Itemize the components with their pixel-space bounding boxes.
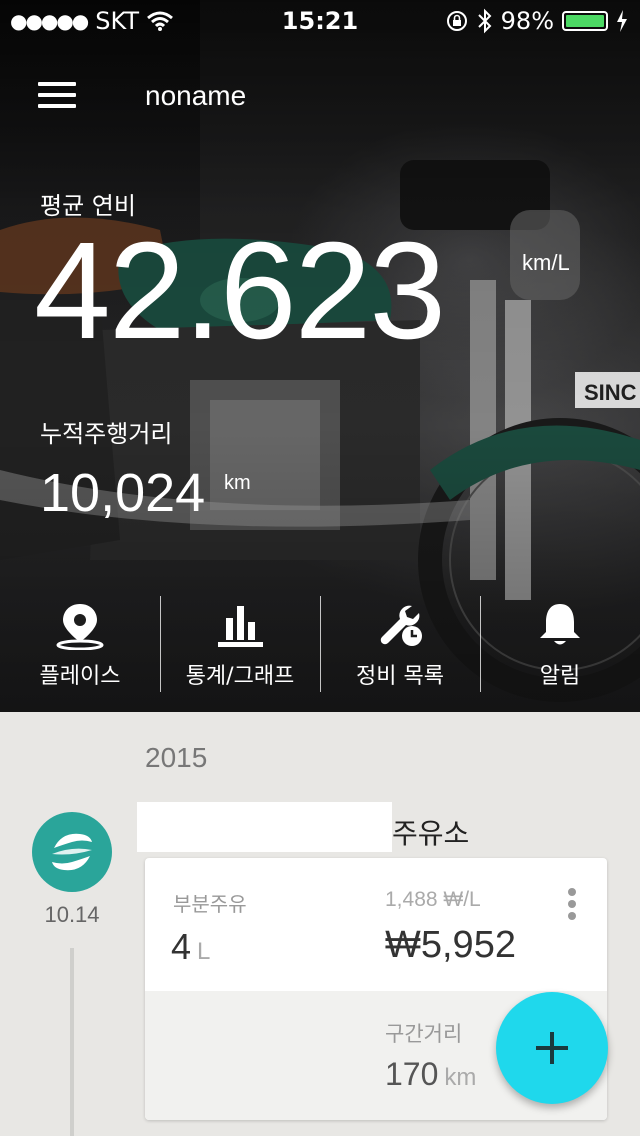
nav-alerts-label: 알림 — [539, 664, 581, 689]
bell-icon — [540, 604, 580, 645]
gas-station-logo — [32, 812, 112, 892]
hamburger-icon[interactable] — [38, 82, 76, 110]
timeline-line — [70, 948, 74, 1136]
fill-type-label: 부분주유 — [173, 892, 247, 916]
total-distance-value: 10,024 — [40, 463, 206, 523]
segment-distance-label: 구간거리 — [385, 1022, 463, 1046]
bluetooth-icon — [477, 8, 492, 34]
bar-chart-icon — [218, 606, 263, 647]
year-header: 2015 — [145, 742, 208, 773]
nav-maintenance-label: 정비 목록 — [356, 664, 444, 689]
battery-percent: 98% — [500, 7, 554, 35]
hero-section: SINC ●●●●● SKT 15:21 98% — [0, 0, 640, 712]
station-brand-icon — [52, 833, 92, 871]
total-distance-label: 누적주행거리 — [40, 420, 173, 448]
avg-efficiency-unit: km/L — [522, 250, 570, 275]
nav-places[interactable]: 플레이스 — [0, 594, 160, 694]
nav-statistics-label: 통계/그래프 — [185, 664, 295, 689]
nav-maintenance[interactable]: 정비 목록 — [320, 594, 480, 694]
unit-price: 1,488 ₩/L — [385, 888, 481, 911]
status-bar: ●●●●● SKT 15:21 98% — [0, 0, 640, 40]
avg-efficiency-value: 42.623 — [34, 214, 446, 368]
nav-alerts[interactable]: 알림 — [480, 594, 640, 694]
nav-statistics[interactable]: 통계/그래프 — [160, 594, 320, 694]
station-name-redacted — [137, 802, 392, 852]
status-right: 98% — [445, 7, 628, 35]
quick-nav: 플레이스 통계/그래프 정비 목록 알림 — [0, 594, 640, 694]
wrench-icon — [380, 605, 422, 646]
plus-icon — [536, 1032, 568, 1064]
battery-icon — [562, 11, 608, 31]
entry-date: 10.14 — [44, 902, 100, 927]
add-record-button[interactable] — [496, 992, 608, 1104]
total-distance-unit: km — [224, 472, 251, 494]
total-price: ₩5,952 — [385, 924, 516, 966]
charging-icon — [617, 10, 627, 32]
segment-distance-unit: km — [444, 1064, 477, 1091]
orientation-lock-icon — [446, 11, 467, 31]
segment-distance: 170 km — [385, 1056, 476, 1093]
nav-places-label: 플레이스 — [39, 664, 121, 689]
station-name: 주유소 — [392, 817, 470, 850]
fill-amount: 4L — [171, 926, 210, 968]
segment-distance-value: 170 — [385, 1056, 439, 1092]
fill-amount-unit: L — [197, 938, 211, 965]
more-options-icon[interactable] — [565, 888, 579, 928]
vehicle-name-title: noname — [145, 80, 247, 111]
location-pin-icon — [56, 604, 104, 650]
fill-amount-value: 4 — [171, 926, 192, 967]
